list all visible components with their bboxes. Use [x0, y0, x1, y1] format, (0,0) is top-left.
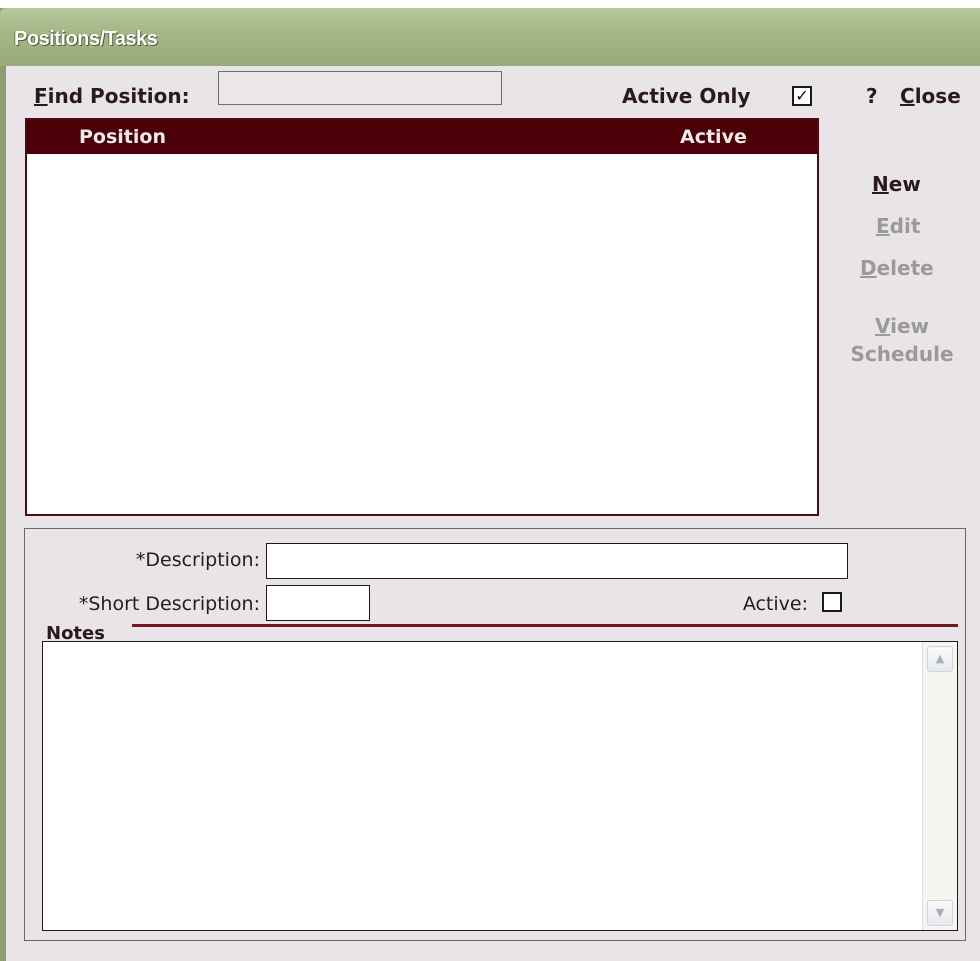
positions-grid[interactable]: Position Active — [25, 118, 819, 516]
description-input[interactable] — [266, 543, 848, 579]
notes-divider — [132, 624, 958, 627]
title-bar[interactable]: Positions/Tasks — [0, 8, 980, 66]
active-label: Active: — [742, 593, 808, 615]
window-title: Positions/Tasks — [14, 28, 158, 50]
scroll-up-arrow-icon[interactable]: ▲ — [927, 646, 953, 672]
description-label: *Description: — [135, 549, 260, 571]
scroll-down-arrow-icon[interactable]: ▼ — [927, 900, 953, 926]
edit-button[interactable]: Edit — [876, 214, 920, 238]
grid-header: Position Active — [27, 120, 817, 154]
notes-textarea[interactable]: ▲ ▼ — [42, 641, 958, 931]
short-description-input[interactable] — [266, 585, 370, 621]
active-checkbox[interactable] — [822, 592, 842, 612]
notes-scrollbar[interactable]: ▲ ▼ — [922, 642, 957, 930]
column-header-position[interactable]: Position — [79, 126, 166, 148]
short-description-label: *Short Description: — [78, 593, 260, 615]
help-button[interactable]: ? — [866, 84, 878, 108]
active-only-checkbox[interactable]: ✓ — [792, 86, 812, 106]
find-position-label: Find Position: — [34, 84, 190, 108]
view-schedule-button[interactable]: View Schedule — [843, 312, 961, 368]
active-only-label: Active Only — [622, 84, 751, 108]
close-button[interactable]: Close — [900, 84, 961, 108]
new-button[interactable]: New — [872, 172, 921, 196]
find-position-input[interactable] — [218, 71, 502, 105]
column-header-active[interactable]: Active — [680, 126, 747, 148]
delete-button[interactable]: Delete — [860, 256, 934, 280]
